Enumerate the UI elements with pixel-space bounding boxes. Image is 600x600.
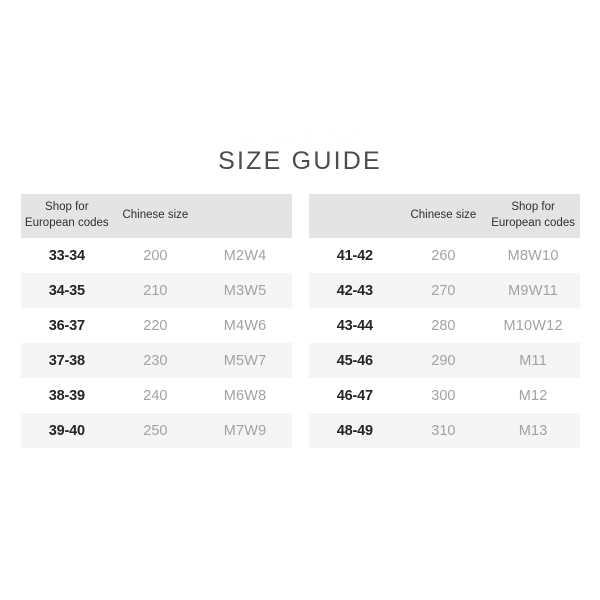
cell-european: 46-47 (336, 387, 373, 404)
table-row: 43-44 280 M10W12 (309, 308, 580, 343)
cell-european: 36-37 (48, 317, 85, 334)
cell-european: 41-42 (336, 247, 373, 264)
cell-chinese: 290 (431, 352, 456, 369)
size-table-right: Chinese size Shop for European codes 41-… (309, 194, 580, 448)
table-row: 38-39 240 M6W8 (21, 378, 292, 413)
column-header-line: Chinese size (410, 209, 477, 222)
column-header-line: European codes (491, 217, 575, 229)
cell-european: 37-38 (48, 352, 85, 369)
cell-chinese: 260 (431, 247, 456, 264)
table-row: 37-38 230 M5W7 (21, 343, 292, 378)
cell-code: M4W6 (223, 317, 267, 334)
cell-chinese: 270 (431, 282, 456, 299)
cell-code: M7W9 (223, 422, 267, 439)
cell-european: 45-46 (336, 352, 373, 369)
cell-code: M12 (518, 387, 548, 404)
column-header-european: Shop for European codes (21, 194, 113, 238)
cell-chinese: 230 (143, 352, 168, 369)
cell-chinese: 300 (431, 387, 456, 404)
cell-european: 33-34 (48, 247, 85, 264)
table-row: 36-37 220 M4W6 (21, 308, 292, 343)
table-row: 48-49 310 M13 (309, 413, 580, 448)
cell-european: 34-35 (48, 282, 85, 299)
column-header-chinese: Chinese size (112, 194, 199, 238)
cell-chinese: 240 (143, 387, 168, 404)
cell-code: M13 (518, 422, 548, 439)
cell-european: 43-44 (336, 317, 373, 334)
page-title: SIZE GUIDE (218, 147, 382, 175)
cell-code: M2W4 (223, 247, 267, 264)
column-header-code: Shop for European codes (486, 194, 580, 238)
cell-code: M11 (519, 352, 547, 369)
cell-code: M5W7 (223, 352, 267, 369)
column-header-european (309, 194, 401, 238)
table-row: 34-35 210 M3W5 (21, 273, 292, 308)
cell-code: M9W11 (508, 282, 559, 299)
cell-chinese: 220 (143, 317, 168, 334)
table-row: 39-40 250 M7W9 (21, 413, 292, 448)
column-header-line: European codes (24, 217, 109, 229)
table-header-row: Shop for European codes Chinese size (21, 194, 292, 238)
background-watermark: size guide chart (238, 128, 362, 143)
cell-chinese: 210 (143, 282, 168, 299)
cell-code: M6W8 (223, 387, 267, 404)
cell-code: M8W10 (507, 247, 559, 264)
cell-code: M10W12 (503, 317, 563, 334)
cell-chinese: 310 (431, 422, 456, 439)
cell-chinese: 200 (143, 247, 168, 264)
table-row: 33-34 200 M2W4 (21, 238, 292, 273)
size-table-left: Shop for European codes Chinese size 33-… (21, 194, 292, 448)
cell-european: 48-49 (336, 422, 373, 439)
table-row: 46-47 300 M12 (309, 378, 580, 413)
cell-code: M3W5 (223, 282, 267, 299)
cell-european: 38-39 (48, 387, 85, 404)
cell-chinese: 250 (143, 422, 168, 439)
column-header-line: Chinese size (122, 209, 189, 222)
cell-european: 39-40 (48, 422, 85, 439)
table-row: 41-42 260 M8W10 (309, 238, 580, 273)
size-guide-page: size guide chart SIZE GUIDE Shop for Eur… (0, 0, 600, 600)
cell-european: 42-43 (336, 282, 373, 299)
table-row: 42-43 270 M9W11 (309, 273, 580, 308)
column-header-code (198, 194, 292, 238)
table-row: 45-46 290 M11 (309, 343, 580, 378)
column-header-line: Shop for (511, 201, 555, 214)
cell-chinese: 280 (431, 317, 456, 334)
column-header-line: Shop for (45, 201, 89, 214)
size-tables-container: Shop for European codes Chinese size 33-… (21, 194, 580, 448)
column-header-chinese: Chinese size (400, 194, 487, 238)
table-header-row: Chinese size Shop for European codes (309, 194, 580, 238)
